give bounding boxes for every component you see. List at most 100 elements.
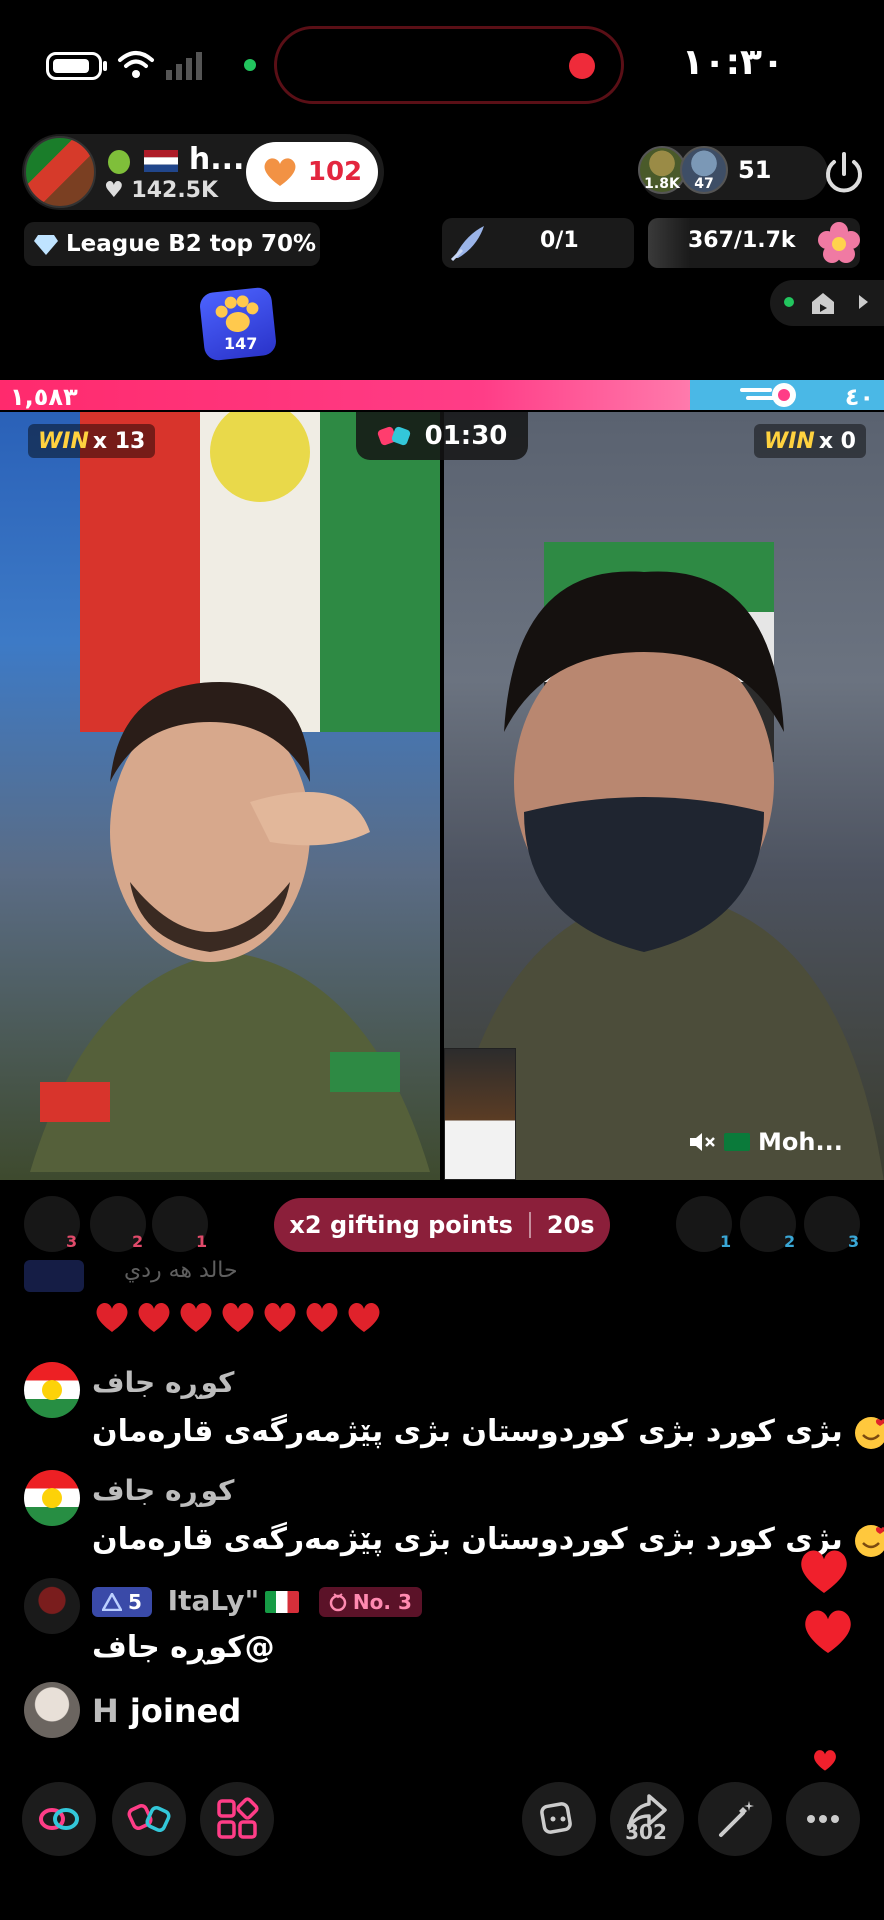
- chat-hearts-row: [94, 1300, 382, 1334]
- rank-number: 1: [196, 1232, 208, 1251]
- win-label: WIN: [38, 428, 89, 454]
- joined-suffix: joined: [129, 1692, 242, 1730]
- gifting-separator: [528, 1212, 531, 1238]
- red-heart-icon: [138, 1303, 170, 1332]
- battle-timer-value: 01:30: [424, 421, 508, 451]
- muted-speaker-icon: [690, 1133, 715, 1151]
- battery-cap: [103, 61, 107, 71]
- paw-icon: [215, 295, 259, 333]
- top-viewer-avatar[interactable]: 47: [680, 146, 728, 194]
- more-dots-icon: [807, 1815, 839, 1823]
- battle-left-progress: [0, 380, 690, 410]
- gifting-label: x2 gifting points: [289, 1211, 513, 1239]
- floating-heart-icon: [801, 1550, 847, 1594]
- win-count: x 13: [92, 428, 146, 454]
- chat-options-button[interactable]: [522, 1782, 596, 1856]
- kurdistan-flag-avatar[interactable]: [24, 1470, 80, 1526]
- red-heart-icon: [96, 1303, 128, 1332]
- cellular-signal-icon: [166, 52, 202, 80]
- smiling-hearts-emoji-icon: [855, 1416, 884, 1449]
- guest-name: Moh...: [758, 1128, 843, 1156]
- share-button[interactable]: [610, 1782, 684, 1856]
- quest-feather-icon: [450, 226, 484, 262]
- red-heart-icon: [264, 1303, 296, 1332]
- chat-username[interactable]: کوڕە جاف: [92, 1366, 234, 1399]
- paw-count: 147: [224, 334, 258, 353]
- effects-button[interactable]: [698, 1782, 772, 1856]
- rank-value: No. 3: [352, 1590, 412, 1614]
- level-value: 5: [128, 1590, 142, 1614]
- chat-username[interactable]: کوڕە جاف: [92, 1474, 234, 1507]
- user-avatar[interactable]: [24, 1682, 80, 1738]
- league-text: League B2 top 70%: [66, 231, 317, 257]
- chevron-right-icon[interactable]: [856, 293, 870, 311]
- viewer-count[interactable]: 51: [738, 156, 771, 184]
- chat-text: کوڕە جاف@: [92, 1630, 275, 1665]
- follow-count: 102: [307, 157, 363, 187]
- host-likes-value: 142.5K: [131, 178, 219, 203]
- right-win-streak-badge: WIN x 0: [753, 424, 866, 458]
- chat-avatar-faded[interactable]: [24, 1260, 84, 1292]
- link-button[interactable]: [22, 1782, 96, 1856]
- guest-name-label[interactable]: Moh...: [688, 1128, 843, 1156]
- chat-options-icon: [540, 1802, 572, 1834]
- host-person-image: [30, 682, 430, 1172]
- join-text: H joined: [92, 1692, 241, 1730]
- gifting-timer: 20s: [546, 1211, 595, 1239]
- rank-number: 1: [720, 1232, 732, 1251]
- share-count: 302: [625, 1820, 667, 1844]
- follow-button[interactable]: 102: [246, 142, 378, 202]
- top-viewer-avatar[interactable]: 1.8K: [638, 146, 686, 194]
- rank-number: 2: [132, 1232, 144, 1251]
- floating-heart-icon: [814, 1750, 836, 1771]
- chat-text-value: بژی کورد بژی کوردوستان بژی پێژمەرگەی قار…: [92, 1414, 843, 1449]
- battle-timer: 01:30: [356, 412, 528, 460]
- gifting-points-banner[interactable]: x2 gifting points 20s: [274, 1198, 610, 1252]
- olive-icon: [108, 149, 130, 174]
- more-button[interactable]: [786, 1782, 860, 1856]
- score-value: 367/1.7k: [688, 228, 796, 253]
- diamond-icon: [34, 235, 58, 255]
- floating-heart-icon: [805, 1610, 851, 1654]
- italy-flag-icon: [265, 1591, 300, 1613]
- link-icon: [39, 1808, 79, 1830]
- battery-icon: [46, 52, 102, 80]
- medal-icon: [329, 1593, 347, 1612]
- rank-badge: No. 3: [318, 1587, 422, 1617]
- user-avatar[interactable]: [24, 1578, 80, 1634]
- red-heart-icon: [180, 1303, 212, 1332]
- viewer-badge: 47: [694, 176, 714, 192]
- apps-button[interactable]: [200, 1782, 274, 1856]
- home-icon[interactable]: [810, 290, 836, 316]
- host-likes: ♥ 142.5K: [104, 178, 218, 203]
- chat-faded-name: حالد هه ردي: [124, 1258, 238, 1283]
- status-bar: ١٠:٣٠: [0, 0, 884, 130]
- chat-username-row[interactable]: 5 ItaLy" No. 3: [92, 1584, 422, 1617]
- power-icon[interactable]: [818, 148, 870, 200]
- host-avatar[interactable]: [24, 136, 96, 208]
- battle-button[interactable]: [112, 1782, 186, 1856]
- live-status-dot: [784, 297, 794, 307]
- left-host-video[interactable]: [0, 412, 440, 1180]
- viewer-badge: 1.8K: [644, 176, 680, 192]
- netherlands-flag-icon: [144, 149, 179, 172]
- left-win-streak-badge: WIN x 13: [28, 424, 156, 458]
- battle-gloves-icon: [377, 426, 410, 446]
- rank-number: 2: [784, 1232, 796, 1251]
- co-host-pip-video[interactable]: [444, 1048, 516, 1180]
- joined-username[interactable]: H: [92, 1692, 119, 1730]
- red-heart-icon: [348, 1303, 380, 1332]
- quest-value: 0/1: [540, 228, 579, 253]
- host-name-text: h...: [188, 142, 245, 177]
- privacy-indicator-dot: [244, 59, 256, 71]
- red-heart-icon: [306, 1303, 338, 1332]
- wifi-icon: [118, 51, 154, 78]
- rank-number: 3: [66, 1232, 78, 1251]
- smiling-hearts-emoji-icon: [855, 1524, 884, 1557]
- league-badge[interactable]: League B2 top 70%: [24, 222, 320, 266]
- kurdistan-flag-avatar[interactable]: [24, 1362, 80, 1418]
- host-name[interactable]: h...: [104, 142, 244, 177]
- win-count: x 0: [818, 428, 856, 454]
- magic-wand-icon: [719, 1801, 754, 1837]
- rank-number: 3: [848, 1232, 860, 1251]
